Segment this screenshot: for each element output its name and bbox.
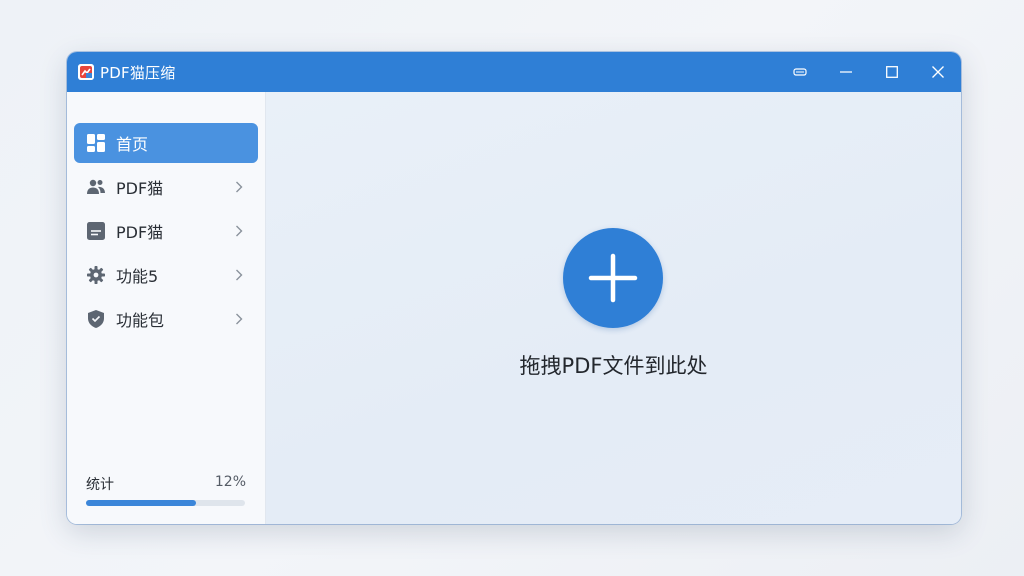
sidebar-item-pdfcat-2[interactable]: PDF猫 [74,211,258,251]
sidebar-item-home[interactable]: 首页 [74,123,258,163]
restore-button[interactable] [777,52,823,92]
maximize-button[interactable] [869,52,915,92]
close-button[interactable] [915,52,961,92]
sidebar-item-feature-pack[interactable]: 功能包 [74,299,258,339]
close-icon [932,66,944,78]
window-controls [777,52,961,92]
sidebar-item-label: 首页 [116,135,149,154]
sidebar-item-label: PDF猫 [116,179,164,198]
storage-progress-fill [86,500,196,506]
chevron-right-icon [232,180,246,194]
users-icon [86,177,106,197]
dashboard-icon [86,133,106,153]
title-bar[interactable]: PDF猫压缩 [67,52,961,92]
plus-icon [588,253,638,303]
maximize-icon [886,66,898,78]
minimize-icon [840,71,852,73]
sidebar-item-feature-5[interactable]: 功能5 [74,255,258,295]
shield-icon [86,309,106,329]
minimize-button[interactable] [823,52,869,92]
sidebar-item-pdfcat-1[interactable]: PDF猫 [74,167,258,207]
add-file-button[interactable] [563,228,663,328]
window-title: PDF猫压缩 [100,63,176,82]
app-logo-icon [78,64,94,80]
storage-progress-bar [86,500,245,506]
chevron-right-icon [232,312,246,326]
document-icon [86,221,106,241]
sidebar: 首页 PDF猫 PDF猫 功能5 功能包 统计 12% [67,92,266,524]
drop-zone[interactable]: 拖拽PDF文件到此处 [266,92,961,524]
storage-label: 统计 [86,477,114,493]
gear-icon [86,265,106,285]
sidebar-item-label: 功能5 [116,267,159,286]
chevron-right-icon [232,268,246,282]
app-window: PDF猫压缩 首页 PDF猫 PDF猫 功能5 功能包 统计 12% 拖拽PDF… [67,52,961,524]
restore-icon [793,68,807,76]
chevron-right-icon [232,224,246,238]
sidebar-item-label: 功能包 [116,311,165,330]
storage-value: 12% [214,474,246,490]
drop-hint-text: 拖拽PDF文件到此处 [519,354,708,378]
sidebar-item-label: PDF猫 [116,223,164,242]
